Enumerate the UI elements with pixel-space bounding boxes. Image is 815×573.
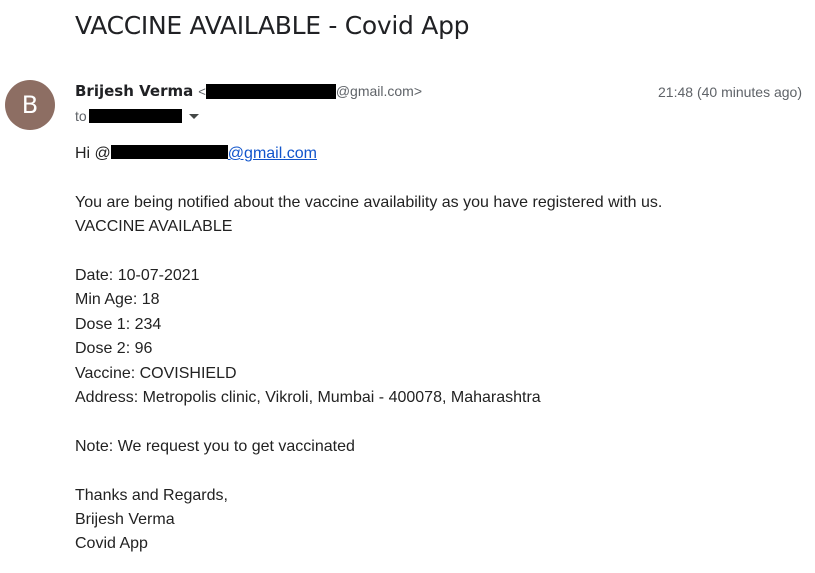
dose1-line: Dose 1: 234 (75, 315, 162, 333)
email-timestamp: 21:48 (40 minutes ago) (658, 84, 802, 100)
sender-name[interactable]: Brijesh Verma (75, 82, 193, 100)
greeting-prefix: Hi @ (75, 145, 111, 162)
date-line: Date: 10-07-2021 (75, 267, 200, 284)
greeting-line: Hi @ @gmail.com (75, 142, 662, 166)
greeting-email-link[interactable]: @gmail.com (228, 145, 317, 162)
sender-email-suffix: @gmail.com> (335, 83, 423, 99)
avatar-letter: B (21, 91, 39, 119)
note-line: Note: We request you to get vaccinated (75, 437, 355, 455)
to-label: to (75, 108, 87, 124)
sender-line: Brijesh Verma < @gmail.com> (75, 82, 422, 100)
chevron-down-icon[interactable] (188, 113, 199, 119)
vaccine-line: Vaccine: COVISHIELD (75, 364, 237, 382)
email-body: Hi @ @gmail.com You are being notified ab… (75, 142, 662, 557)
dose2-line: Dose 2: 96 (75, 340, 153, 358)
redacted-recipient (88, 109, 182, 123)
sender-avatar[interactable]: B (5, 80, 55, 130)
sender-email-open: < (198, 83, 206, 99)
min-age-line: Min Age: 18 (75, 291, 160, 309)
signature-name: Brijesh Verma (75, 511, 175, 529)
signature-app: Covid App (75, 535, 148, 553)
sender-email: < @gmail.com> (198, 83, 422, 99)
email-subject: VACCINE AVAILABLE - Covid App (75, 11, 470, 40)
closing-line: Thanks and Regards, (75, 486, 228, 504)
recipient-line: to (75, 108, 199, 124)
redacted-sender-email (205, 83, 336, 99)
intro-text: You are being notified about the vaccine… (75, 193, 663, 211)
address-line: Address: Metropolis clinic, Vikroli, Mum… (75, 389, 541, 407)
vaccine-available-heading: VACCINE AVAILABLE (75, 218, 233, 236)
redacted-greeting-email (110, 145, 228, 159)
